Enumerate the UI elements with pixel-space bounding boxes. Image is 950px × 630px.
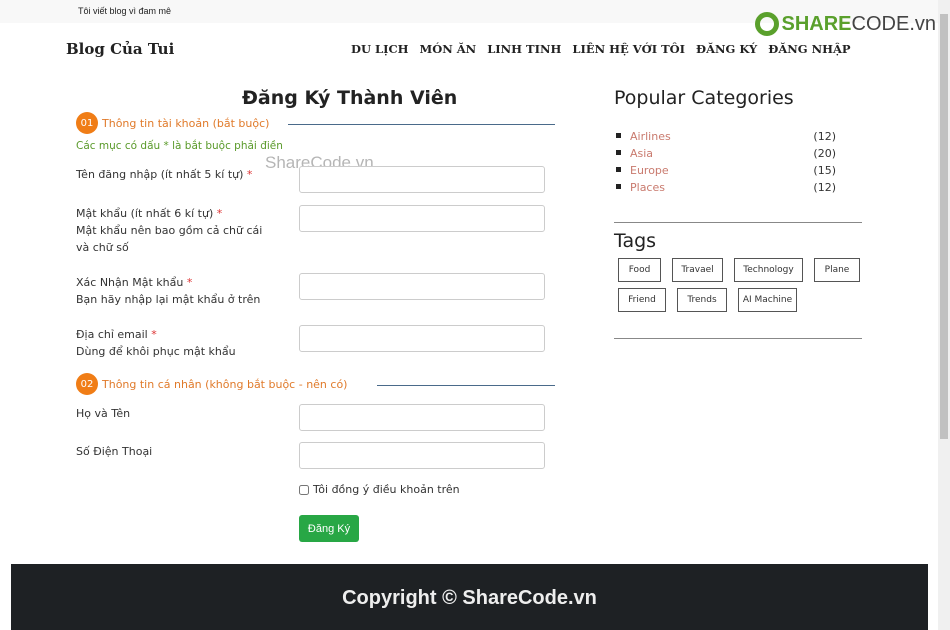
section-1-number: 01 bbox=[76, 112, 98, 134]
tag-food[interactable]: Food bbox=[618, 258, 661, 282]
phone-input[interactable] bbox=[299, 442, 545, 469]
tags-title: Tags bbox=[614, 230, 657, 252]
brand-link[interactable]: Blog Của Tui bbox=[66, 40, 174, 58]
page-title: Đăng Ký Thành Viên bbox=[242, 87, 458, 109]
nav-du-lich[interactable]: DU LỊCH bbox=[351, 42, 409, 56]
email-label: Địa chỉ email * Dùng để khôi phục mật khẩ… bbox=[76, 328, 236, 358]
password-label: Mật khẩu (ít nhất 6 kí tự) * Mật khẩu nên… bbox=[76, 207, 263, 254]
fullname-label: Họ và Tên bbox=[76, 407, 131, 420]
tag-ai-machine[interactable]: AI Machine bbox=[738, 288, 797, 312]
nav-lien-he[interactable]: LIÊN HỆ VỚI TÔI bbox=[572, 42, 685, 56]
categories-list: Airlines (12) Asia (20) Europe (15) Places(… bbox=[614, 130, 836, 198]
agree-checkbox-row[interactable]: Tôi đồng ý điều khoản trên bbox=[299, 483, 460, 496]
phone-label: Số Điện Thoại bbox=[76, 445, 153, 458]
tag-friend[interactable]: Friend bbox=[618, 288, 666, 312]
copyright: Copyright © ShareCode.vn bbox=[342, 587, 597, 609]
divider bbox=[377, 385, 555, 386]
tagline: Tôi viết blog vì đam mê bbox=[78, 6, 172, 16]
fullname-input[interactable] bbox=[299, 404, 545, 431]
navbar: Blog Của Tui DU LỊCH MÓN ĂN LINH TINH LI… bbox=[66, 38, 950, 62]
category-item[interactable]: Airlines (12) bbox=[614, 130, 836, 147]
divider bbox=[614, 338, 862, 339]
category-item[interactable]: Asia (20) bbox=[614, 147, 836, 164]
username-input[interactable] bbox=[299, 166, 545, 193]
username-label: Tên đăng nhập (ít nhất 5 kí tự) * bbox=[76, 168, 253, 181]
nav-dang-ky[interactable]: ĐĂNG KÝ bbox=[696, 42, 757, 56]
section-2-label: Thông tin cá nhân (không bắt buộc - nên … bbox=[102, 377, 348, 391]
nav-mon-an[interactable]: MÓN ĂN bbox=[420, 42, 477, 56]
sharecode-logo-icon bbox=[754, 12, 779, 36]
tag-trends[interactable]: Trends bbox=[677, 288, 727, 312]
email-input[interactable] bbox=[299, 325, 545, 352]
section-1-label: Thông tin tài khoản (bắt buộc) bbox=[102, 116, 270, 130]
section-2-number: 02 bbox=[76, 373, 98, 395]
tag-travael[interactable]: Travael bbox=[672, 258, 723, 282]
password-input[interactable] bbox=[299, 205, 545, 232]
agree-checkbox[interactable] bbox=[299, 484, 309, 495]
scrollbar[interactable] bbox=[938, 0, 950, 630]
footer: Copyright © ShareCode.vn bbox=[11, 564, 928, 630]
nav-linh-tinh[interactable]: LINH TINH bbox=[487, 42, 561, 56]
tag-plane[interactable]: Plane bbox=[814, 258, 860, 282]
section-1-header: 01 Thông tin tài khoản (bắt buộc) bbox=[76, 112, 269, 134]
section-2-header: 02 Thông tin cá nhân (không bắt buộc - nê… bbox=[76, 373, 347, 395]
password-hint: Mật khẩu nên bao gồm cả chữ cái và chữ s… bbox=[76, 224, 263, 254]
tags-list: Food Travael Technology Plane Friend Tre… bbox=[618, 258, 868, 312]
sharecode-logo: SHARE CODE.vn bbox=[754, 12, 936, 36]
agree-label: Tôi đồng ý điều khoản trên bbox=[313, 483, 460, 496]
category-item[interactable]: Europe (15) bbox=[614, 164, 836, 181]
divider bbox=[614, 222, 862, 223]
category-item[interactable]: Places (12) bbox=[614, 181, 836, 198]
confirm-password-label: Xác Nhận Mật khẩu * Bạn hãy nhập lại mật … bbox=[76, 276, 261, 306]
nav-dang-nhap[interactable]: ĐĂNG NHẬP bbox=[768, 42, 850, 56]
confirm-password-input[interactable] bbox=[299, 273, 545, 300]
tag-technology[interactable]: Technology bbox=[734, 258, 803, 282]
register-button[interactable]: Đăng Ký bbox=[299, 515, 359, 542]
required-note: Các mục có dấu * là bắt buộc phải điền bbox=[76, 140, 283, 152]
scrollbar-thumb[interactable] bbox=[940, 14, 948, 439]
categories-title: Popular Categories bbox=[614, 87, 794, 109]
divider bbox=[288, 124, 555, 125]
